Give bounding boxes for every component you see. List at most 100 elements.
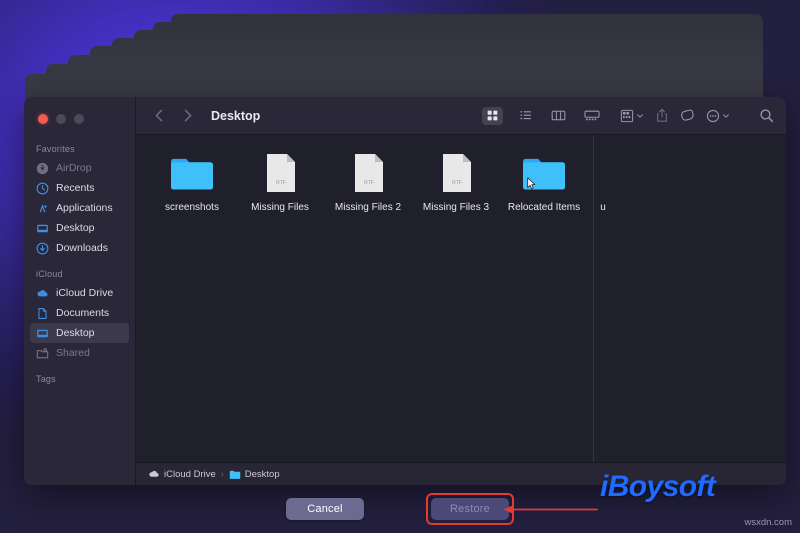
path-segment-icloud-drive[interactable]: iCloud Drive xyxy=(148,468,216,480)
window-title: Desktop xyxy=(211,108,261,123)
file-grid-area[interactable]: screenshots RTF Missing Files RTF Missin… xyxy=(136,135,786,462)
traffic-lights xyxy=(24,103,135,138)
gallery-view-button[interactable] xyxy=(581,107,602,125)
sidebar-item-shared[interactable]: Shared xyxy=(30,343,129,363)
sidebar-section-tags: Tags xyxy=(36,374,56,384)
sidebar-item-label: Applications xyxy=(56,202,113,214)
sidebar-item-icloud-desktop[interactable]: Desktop xyxy=(30,323,129,343)
window-body: Favorites AirDrop Recents Applications D… xyxy=(24,97,786,485)
sidebar-item-recents[interactable]: Recents xyxy=(30,178,129,198)
file-label: Missing Files 3 xyxy=(422,202,490,213)
path-label: iCloud Drive xyxy=(164,468,216,480)
chevron-left-icon[interactable] xyxy=(150,106,169,125)
icon-view-button[interactable] xyxy=(482,106,503,125)
cancel-button[interactable]: Cancel xyxy=(286,498,364,520)
tag-button[interactable] xyxy=(680,109,695,123)
list-view-button[interactable] xyxy=(515,107,536,125)
chevron-down-icon xyxy=(637,113,643,118)
red-arrow-annotation xyxy=(503,504,598,515)
path-segment-desktop[interactable]: Desktop xyxy=(229,469,280,480)
document-icon: RTF xyxy=(344,151,392,195)
search-button[interactable] xyxy=(759,108,774,123)
ellipsis-circle-icon xyxy=(706,109,720,122)
sidebar-item-icloud-drive[interactable]: iCloud Drive xyxy=(30,283,129,303)
sidebar-item-label: Downloads xyxy=(56,242,108,254)
mouse-cursor-icon xyxy=(527,177,536,190)
sidebar-item-label: Shared xyxy=(56,347,90,359)
document-icon: RTF xyxy=(432,151,480,195)
path-label: Desktop xyxy=(244,468,280,480)
iboysoft-logo: iBoysoft xyxy=(600,470,716,503)
sidebar: Favorites AirDrop Recents Applications D… xyxy=(24,97,136,485)
content-pane: Desktop screenshots RTF Missing Files RT… xyxy=(136,97,786,485)
list-icon xyxy=(519,110,531,120)
cloud-icon xyxy=(37,289,48,296)
share-icon xyxy=(657,108,667,122)
file-item[interactable]: RTF Missing Files 2 xyxy=(324,151,412,213)
folder-icon xyxy=(520,151,568,195)
file-label: screenshots xyxy=(165,202,219,213)
gallery-icon xyxy=(583,110,600,121)
sidebar-item-label: Desktop xyxy=(56,327,95,339)
document-icon: RTF xyxy=(256,151,304,195)
finder-window: Favorites AirDrop Recents Applications D… xyxy=(24,97,786,485)
sidebar-item-label: iCloud Drive xyxy=(56,287,114,299)
group-icon xyxy=(620,109,634,122)
sidebar-item-label: Recents xyxy=(56,182,95,194)
sidebar-item-label: AirDrop xyxy=(56,162,92,174)
column-view-button[interactable] xyxy=(548,107,569,125)
airdrop-icon xyxy=(36,162,49,174)
more-button[interactable] xyxy=(706,109,730,123)
applications-icon xyxy=(39,203,47,212)
sidebar-item-applications[interactable]: Applications xyxy=(30,198,129,218)
toolbar-actions xyxy=(620,108,774,123)
zoom-button[interactable] xyxy=(74,114,84,124)
share-button[interactable] xyxy=(655,108,669,123)
sidebar-item-airdrop[interactable]: AirDrop xyxy=(30,158,129,178)
desktop-icon xyxy=(37,329,48,337)
chevron-down-icon xyxy=(723,113,729,118)
view-mode-group xyxy=(482,106,602,125)
screen: Favorites AirDrop Recents Applications D… xyxy=(0,0,800,533)
columns-icon xyxy=(551,110,566,121)
file-item-clipped[interactable]: u xyxy=(588,151,618,213)
sidebar-item-label: Documents xyxy=(56,307,110,319)
shared-folder-icon xyxy=(36,347,49,358)
minimize-button[interactable] xyxy=(56,114,66,124)
file-item[interactable]: Relocated Items xyxy=(500,151,588,213)
file-item[interactable]: RTF Missing Files 3 xyxy=(412,151,500,213)
file-label: Missing Files 2 xyxy=(334,202,402,213)
sidebar-section-favorites: Favorites xyxy=(36,144,75,154)
path-separator: › xyxy=(220,469,224,479)
sidebar-item-documents[interactable]: Documents xyxy=(30,303,129,323)
grid-icon xyxy=(487,110,498,121)
sidebar-section-icloud: iCloud xyxy=(36,269,63,279)
sidebar-item-downloads[interactable]: Downloads xyxy=(30,238,129,258)
file-label: u xyxy=(600,202,606,213)
folder-icon xyxy=(229,470,240,479)
search-icon xyxy=(760,109,774,123)
toolbar: Desktop xyxy=(136,97,786,135)
svg-text:RTF: RTF xyxy=(452,180,462,186)
tag-icon xyxy=(681,109,694,121)
site-watermark: wsxdn.com xyxy=(744,517,792,528)
desktop-icon xyxy=(37,224,48,232)
file-label: Missing Files xyxy=(251,202,309,213)
restore-button[interactable]: Restore xyxy=(431,498,509,520)
file-item[interactable]: RTF Missing Files xyxy=(236,151,324,213)
sidebar-item-desktop[interactable]: Desktop xyxy=(30,218,129,238)
clipped-icon xyxy=(579,151,627,195)
document-icon xyxy=(38,307,47,319)
sidebar-item-label: Desktop xyxy=(56,222,95,234)
chevron-right-icon[interactable] xyxy=(178,106,197,125)
svg-text:RTF: RTF xyxy=(276,180,286,186)
file-item[interactable]: screenshots xyxy=(148,151,236,213)
restore-button-annotation: Restore xyxy=(426,493,514,525)
close-button[interactable] xyxy=(38,114,48,124)
group-by-button[interactable] xyxy=(620,109,644,123)
file-grid: screenshots RTF Missing Files RTF Missin… xyxy=(136,135,786,213)
clock-icon xyxy=(36,182,49,194)
file-label: Relocated Items xyxy=(507,202,581,213)
cloud-icon xyxy=(149,470,159,477)
folder-icon xyxy=(168,151,216,195)
